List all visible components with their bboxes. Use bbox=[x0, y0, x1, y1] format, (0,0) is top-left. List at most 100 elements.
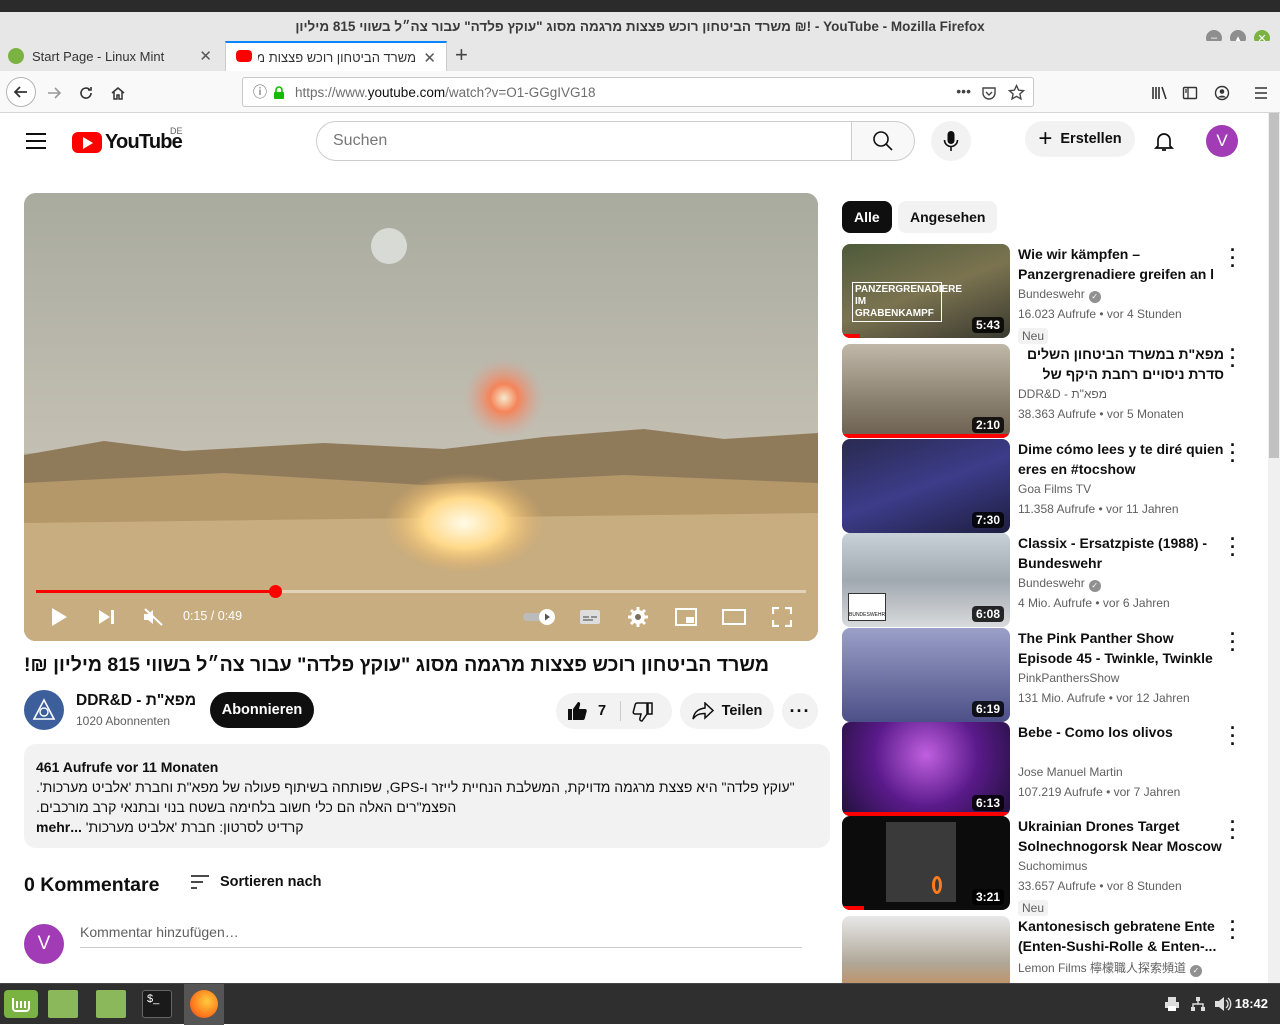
account-icon[interactable] bbox=[1208, 79, 1236, 107]
recommendation-channel: Bundeswehr ✓ bbox=[1018, 287, 1101, 303]
duration-badge: 5:43 bbox=[971, 317, 1004, 333]
printer-icon[interactable] bbox=[1164, 996, 1180, 1012]
channel-avatar[interactable] bbox=[24, 690, 64, 730]
kebab-menu-icon[interactable]: · · · bbox=[1230, 813, 1236, 847]
info-icon[interactable]: ⓘ bbox=[253, 82, 267, 102]
more-actions-button[interactable]: ··· bbox=[782, 693, 818, 729]
create-label: Erstellen bbox=[1060, 131, 1122, 147]
play-button[interactable] bbox=[46, 605, 72, 629]
share-button[interactable]: Teilen bbox=[680, 693, 774, 729]
forward-button[interactable] bbox=[40, 79, 68, 107]
region-code: DE bbox=[170, 126, 183, 136]
page-actions-icon[interactable]: ••• bbox=[956, 83, 971, 99]
settings-gear-icon[interactable] bbox=[625, 605, 651, 629]
comment-input[interactable]: Kommentar hinzufügen… bbox=[80, 924, 802, 948]
tab-youtube[interactable]: משרד הביטחון רוכש פצצות מ ✕ bbox=[225, 41, 447, 71]
home-button[interactable] bbox=[104, 79, 132, 107]
description-box[interactable]: 461 Aufrufe vor 11 Monaten "עוקץ פלדה" ה… bbox=[24, 744, 830, 848]
volume-icon[interactable] bbox=[1214, 996, 1232, 1012]
miniplayer-icon[interactable] bbox=[673, 605, 699, 629]
video-thumbnail[interactable]: 3:21 bbox=[842, 816, 1010, 910]
video-thumbnail[interactable] bbox=[842, 916, 1010, 983]
recommendation-item[interactable]: 7:30 Dime cómo lees y te diré quien eres… bbox=[842, 436, 1242, 533]
recommendation-channel: Lemon Films 檸檬職人探索頻道 ✓ bbox=[1018, 959, 1203, 977]
search-button[interactable] bbox=[851, 121, 915, 161]
recommendation-views: 38.363 Aufrufe • vor 5 Monaten bbox=[1018, 407, 1184, 421]
sort-comments-button[interactable]: Sortieren nach bbox=[190, 874, 322, 890]
voice-search-button[interactable] bbox=[931, 121, 971, 161]
window-title: משרד הביטחון רוכש פצצות מרגמה מסוג "עוקץ… bbox=[295, 19, 985, 34]
fullscreen-icon[interactable] bbox=[769, 605, 795, 629]
autoplay-toggle[interactable] bbox=[520, 605, 558, 629]
close-tab-icon[interactable]: ✕ bbox=[423, 49, 436, 67]
recommendation-item[interactable]: 3:21 Ukrainian Drones Target Solnechnogo… bbox=[842, 813, 1242, 916]
recommendation-item[interactable]: BUNDESWEHR 6:08 Classix - Ersatzpiste (1… bbox=[842, 530, 1242, 627]
bookmark-star-icon[interactable] bbox=[1008, 84, 1025, 101]
subtitles-icon[interactable] bbox=[577, 605, 603, 629]
reload-button[interactable] bbox=[72, 79, 100, 107]
kebab-menu-icon[interactable]: · · · bbox=[1230, 341, 1236, 375]
account-avatar[interactable]: V bbox=[1206, 125, 1238, 157]
progress-scrubber[interactable] bbox=[268, 585, 282, 598]
create-button[interactable]: + Erstellen bbox=[1025, 121, 1135, 157]
video-thumbnail[interactable]: PANZERGRENADIERE IM GRABENKAMPF 5:43 bbox=[842, 244, 1010, 338]
url-bar[interactable]: ⓘ https://www. youtube.com/watch?v=O1-GGg… bbox=[242, 77, 1034, 107]
recommendation-item[interactable]: 2:10 מפא"ת במשרד הביטחון השלים סדרת ניסו… bbox=[842, 341, 1242, 438]
video-player[interactable] bbox=[24, 193, 818, 641]
kebab-menu-icon[interactable]: · · · bbox=[1230, 530, 1236, 564]
navigation-toolbar: ⓘ https://www. youtube.com/watch?v=O1-GGg… bbox=[0, 71, 1280, 113]
kebab-menu-icon[interactable]: · · · bbox=[1230, 916, 1236, 947]
progress-played bbox=[36, 590, 275, 593]
channel-logo-icon bbox=[32, 698, 56, 720]
show-desktop-icon[interactable] bbox=[48, 990, 78, 1018]
kebab-menu-icon[interactable]: · · · bbox=[1230, 436, 1236, 470]
like-button[interactable]: 7 bbox=[566, 700, 606, 722]
chip-all[interactable]: Alle bbox=[842, 201, 892, 233]
notifications-bell-icon[interactable] bbox=[1152, 129, 1176, 153]
back-button[interactable] bbox=[6, 77, 36, 107]
mint-menu-icon[interactable] bbox=[4, 990, 38, 1018]
new-tab-button[interactable]: + bbox=[455, 41, 477, 71]
show-more-link[interactable]: ...mehr bbox=[36, 819, 82, 835]
recommendation-item[interactable]: Kantonesisch gebratene Ente (Enten-Sushi… bbox=[842, 916, 1242, 983]
files-folder-icon[interactable] bbox=[96, 990, 126, 1018]
video-thumbnail[interactable]: 6:19 bbox=[842, 628, 1010, 722]
menu-icon[interactable] bbox=[1247, 79, 1275, 107]
terminal-icon[interactable]: $_ bbox=[142, 990, 172, 1018]
library-icon[interactable] bbox=[1146, 79, 1174, 107]
description-line: "עוקץ פלדה" היא פצצת מרגמה מדויקת, המשלב… bbox=[36, 779, 795, 795]
dislike-button[interactable] bbox=[632, 701, 654, 728]
next-button[interactable] bbox=[93, 605, 119, 629]
network-icon[interactable] bbox=[1190, 996, 1206, 1012]
subscribe-button[interactable]: Abonnieren bbox=[210, 692, 314, 728]
firefox-taskbar-button[interactable] bbox=[184, 984, 224, 1025]
mute-button[interactable] bbox=[140, 605, 166, 629]
recommendation-item[interactable]: 6:19 The Pink Panther Show Episode 45 - … bbox=[842, 625, 1242, 722]
guide-menu-icon[interactable] bbox=[26, 133, 46, 149]
channel-name[interactable]: DDR&D - מפא"ת bbox=[76, 692, 196, 710]
kebab-menu-icon[interactable]: · · · bbox=[1230, 719, 1236, 753]
close-tab-icon[interactable]: ✕ bbox=[199, 47, 212, 65]
sidebar-icon[interactable] bbox=[1176, 79, 1204, 107]
kebab-menu-icon[interactable]: · · · bbox=[1230, 625, 1236, 659]
video-thumbnail[interactable]: 6:13 bbox=[842, 722, 1010, 816]
recommendation-views: 107.219 Aufrufe • vor 7 Jahren bbox=[1018, 785, 1181, 799]
divider bbox=[620, 701, 621, 721]
recommendation-views: 4 Mio. Aufrufe • vor 6 Jahren bbox=[1018, 596, 1170, 610]
theater-mode-icon[interactable] bbox=[721, 605, 747, 629]
recommendation-channel: Jose Manuel Martin bbox=[1018, 765, 1123, 779]
tab-start-page[interactable]: Start Page - Linux Mint ✕ bbox=[0, 41, 222, 71]
youtube-logo[interactable]: YouTube DE bbox=[72, 126, 183, 154]
video-thumbnail[interactable]: BUNDESWEHR 6:08 bbox=[842, 533, 1010, 627]
chip-watched[interactable]: Angesehen bbox=[898, 201, 998, 233]
video-thumbnail[interactable]: 7:30 bbox=[842, 439, 1010, 533]
search-input[interactable]: Suchen bbox=[316, 121, 852, 161]
pocket-icon[interactable] bbox=[981, 85, 997, 101]
kebab-menu-icon[interactable]: · · · bbox=[1230, 241, 1236, 275]
recommendation-item[interactable]: 6:13 Bebe - Como los olivos Jose Manuel … bbox=[842, 719, 1242, 816]
clock[interactable]: 18:42 bbox=[1235, 996, 1268, 1011]
scrollbar-thumb[interactable] bbox=[1269, 113, 1279, 458]
recommendation-item[interactable]: PANZERGRENADIERE IM GRABENKAMPF 5:43 Wie… bbox=[842, 241, 1242, 344]
video-thumbnail[interactable]: 2:10 bbox=[842, 344, 1010, 438]
new-badge: Neu bbox=[1018, 328, 1049, 344]
